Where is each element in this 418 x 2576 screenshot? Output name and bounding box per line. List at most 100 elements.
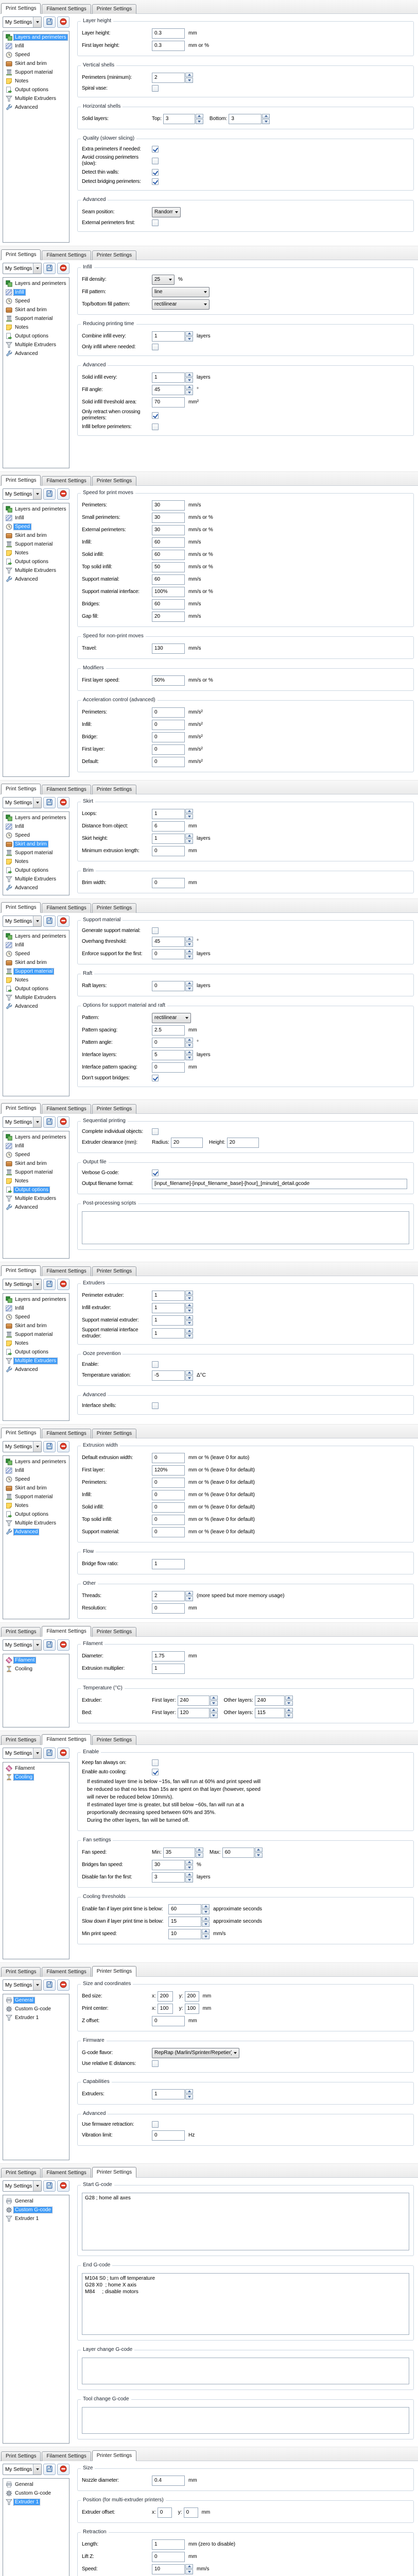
detect-thin-walls-checkbox[interactable] bbox=[152, 169, 159, 176]
tab-print-settings[interactable]: Print Settings bbox=[1, 1735, 41, 1745]
sidebar-item-skirt-and-brim[interactable]: Skirt and brim bbox=[4, 1159, 68, 1168]
don-t-support-bridges-checkbox[interactable] bbox=[152, 1075, 159, 1081]
sidebar-item-general[interactable]: General bbox=[4, 1996, 68, 2005]
default-input[interactable]: 0 bbox=[152, 757, 185, 767]
sidebar-item-output-options[interactable]: Output options bbox=[4, 985, 68, 993]
save-preset-button[interactable] bbox=[43, 797, 56, 808]
save-preset-button[interactable] bbox=[43, 488, 56, 500]
lift-z-input[interactable]: 0 bbox=[152, 2552, 185, 2562]
sidebar-item-advanced[interactable]: Advanced bbox=[4, 103, 68, 112]
infill-extruder-input[interactable]: 1 bbox=[152, 1303, 185, 1313]
tab-print-settings[interactable]: Print Settings bbox=[1, 902, 41, 913]
tab-print-settings[interactable]: Print Settings bbox=[1, 784, 41, 794]
raft-layers-input[interactable]: 0 bbox=[152, 981, 185, 991]
spin-up-button[interactable] bbox=[196, 114, 203, 119]
bridge-flow-ratio-input[interactable]: 1 bbox=[152, 1559, 185, 1569]
sidebar-item-skirt-and-brim[interactable]: Skirt and brim bbox=[4, 958, 68, 967]
brim-width-input[interactable]: 0 bbox=[152, 878, 185, 888]
sidebar-item-skirt-and-brim[interactable]: Skirt and brim bbox=[4, 531, 68, 540]
spin-down-button[interactable] bbox=[185, 1055, 193, 1060]
keep-fan-always-on-checkbox[interactable] bbox=[152, 1759, 159, 1766]
spin-up-button[interactable] bbox=[185, 809, 193, 814]
spin-down-button[interactable] bbox=[185, 1596, 193, 1601]
preset-select[interactable]: My Settings bbox=[3, 1979, 42, 1991]
sidebar-item-support-material[interactable]: Support material bbox=[4, 540, 68, 549]
spin-down-button[interactable] bbox=[185, 839, 193, 844]
sidebar-item-speed[interactable]: Speed bbox=[4, 522, 68, 531]
sidebar-item-advanced[interactable]: Advanced bbox=[4, 1365, 68, 1374]
tab-filament-settings[interactable]: Filament Settings bbox=[42, 2168, 91, 2178]
sidebar-item-output-options[interactable]: Output options bbox=[4, 332, 68, 341]
sidebar-item-multiple-extruders[interactable]: Multiple Extruders bbox=[4, 875, 68, 884]
top-bottom-fill-pattern-select[interactable]: rectilinear bbox=[152, 299, 210, 310]
tab-filament-settings[interactable]: Filament Settings bbox=[42, 1266, 91, 1276]
sidebar-item-notes[interactable]: Notes bbox=[4, 549, 68, 557]
tab-filament-settings[interactable]: Filament Settings bbox=[42, 1734, 91, 1745]
solid-infill-input[interactable]: 60 bbox=[152, 550, 185, 560]
spin-down-button[interactable] bbox=[185, 336, 193, 342]
sidebar-item-speed[interactable]: Speed bbox=[4, 1150, 68, 1159]
sidebar-item-speed[interactable]: Speed bbox=[4, 950, 68, 958]
delete-preset-button[interactable] bbox=[57, 2464, 69, 2475]
save-preset-button[interactable] bbox=[43, 1748, 56, 1759]
preset-select[interactable]: My Settings bbox=[3, 916, 42, 927]
sidebar-item-general[interactable]: General bbox=[4, 2197, 68, 2206]
spin-up-button[interactable] bbox=[285, 1708, 293, 1713]
tab-print-settings[interactable]: Print Settings bbox=[1, 2168, 41, 2178]
diameter-input[interactable]: 1.75 bbox=[152, 1651, 185, 1662]
spin-down-button[interactable] bbox=[255, 1853, 263, 1858]
spin-up-button[interactable] bbox=[185, 937, 193, 942]
temperature-variation-input[interactable]: -5 bbox=[152, 1370, 185, 1381]
complete-individual-objects-checkbox[interactable] bbox=[152, 1128, 159, 1135]
sidebar-item-advanced[interactable]: Advanced bbox=[4, 1203, 68, 1212]
enable-fan-if-layer-print-time-is-below-input[interactable]: 60 bbox=[168, 1904, 201, 1914]
sidebar-item-output-options[interactable]: Output options bbox=[4, 86, 68, 94]
delete-preset-button[interactable] bbox=[57, 916, 69, 927]
sidebar-item-layers-and-perimeters[interactable]: Layers and perimeters bbox=[4, 814, 68, 822]
spin-down-button[interactable] bbox=[185, 942, 193, 947]
preset-select[interactable]: My Settings bbox=[3, 1116, 42, 1128]
spin-up-button[interactable] bbox=[185, 2089, 193, 2094]
sidebar-item-notes[interactable]: Notes bbox=[4, 1501, 68, 1510]
travel-input[interactable]: 130 bbox=[152, 643, 185, 654]
skirt-height-input[interactable]: 1 bbox=[152, 834, 185, 844]
tab-printer-settings[interactable]: Printer Settings bbox=[92, 250, 136, 260]
tab-print-settings[interactable]: Print Settings bbox=[1, 1103, 41, 1114]
pattern-angle-input[interactable]: 0 bbox=[152, 1038, 185, 1048]
preset-select[interactable]: My Settings bbox=[3, 1441, 42, 1452]
solid-layers-bottom-input[interactable]: 3 bbox=[229, 114, 262, 124]
save-preset-button[interactable] bbox=[43, 1979, 56, 1991]
sidebar-item-infill[interactable]: Infill bbox=[4, 1304, 68, 1313]
external-perimeters-input[interactable]: 30 bbox=[152, 525, 185, 535]
perimeters-input[interactable]: 0 bbox=[152, 1478, 185, 1488]
save-preset-button[interactable] bbox=[43, 2464, 56, 2475]
spin-up-button[interactable] bbox=[185, 1591, 193, 1596]
interface-layers-input[interactable]: 5 bbox=[152, 1050, 185, 1060]
tab-print-settings[interactable]: Print Settings bbox=[1, 475, 41, 486]
tab-printer-settings[interactable]: Printer Settings bbox=[92, 2450, 136, 2461]
sidebar-item-output-options[interactable]: Output options bbox=[4, 1510, 68, 1519]
sidebar-item-cooling[interactable]: Cooling bbox=[4, 1773, 68, 1782]
save-preset-button[interactable] bbox=[43, 1279, 56, 1290]
spin-down-button[interactable] bbox=[185, 954, 193, 959]
print-center-x-input[interactable]: 100 bbox=[158, 2004, 173, 2014]
sidebar-item-general[interactable]: General bbox=[4, 2480, 68, 2489]
tab-print-settings[interactable]: Print Settings bbox=[1, 3, 41, 14]
sidebar-item-advanced[interactable]: Advanced bbox=[4, 1002, 68, 1011]
sidebar-item-infill[interactable]: Infill bbox=[4, 1142, 68, 1150]
small-perimeters-input[interactable]: 30 bbox=[152, 513, 185, 523]
sidebar-item-advanced[interactable]: Advanced bbox=[4, 349, 68, 358]
tab-print-settings[interactable]: Print Settings bbox=[1, 1627, 41, 1637]
sidebar-item-layers-and-perimeters[interactable]: Layers and perimeters bbox=[4, 505, 68, 514]
save-preset-button[interactable] bbox=[43, 263, 56, 274]
support-material-extruder-input[interactable]: 1 bbox=[152, 1315, 185, 1326]
spin-up-button[interactable] bbox=[262, 114, 270, 119]
tab-filament-settings[interactable]: Filament Settings bbox=[42, 903, 91, 913]
bridges-input[interactable]: 60 bbox=[152, 599, 185, 609]
sidebar-item-filament[interactable]: Filament bbox=[4, 1764, 68, 1773]
sidebar-item-speed[interactable]: Speed bbox=[4, 297, 68, 306]
first-layer-height-input[interactable]: 0.3 bbox=[152, 41, 185, 51]
extruder-clearance-mm-height-input[interactable]: 20 bbox=[227, 1138, 259, 1148]
tab-filament-settings[interactable]: Filament Settings bbox=[42, 1967, 91, 1977]
infill-input[interactable]: 60 bbox=[152, 537, 185, 548]
